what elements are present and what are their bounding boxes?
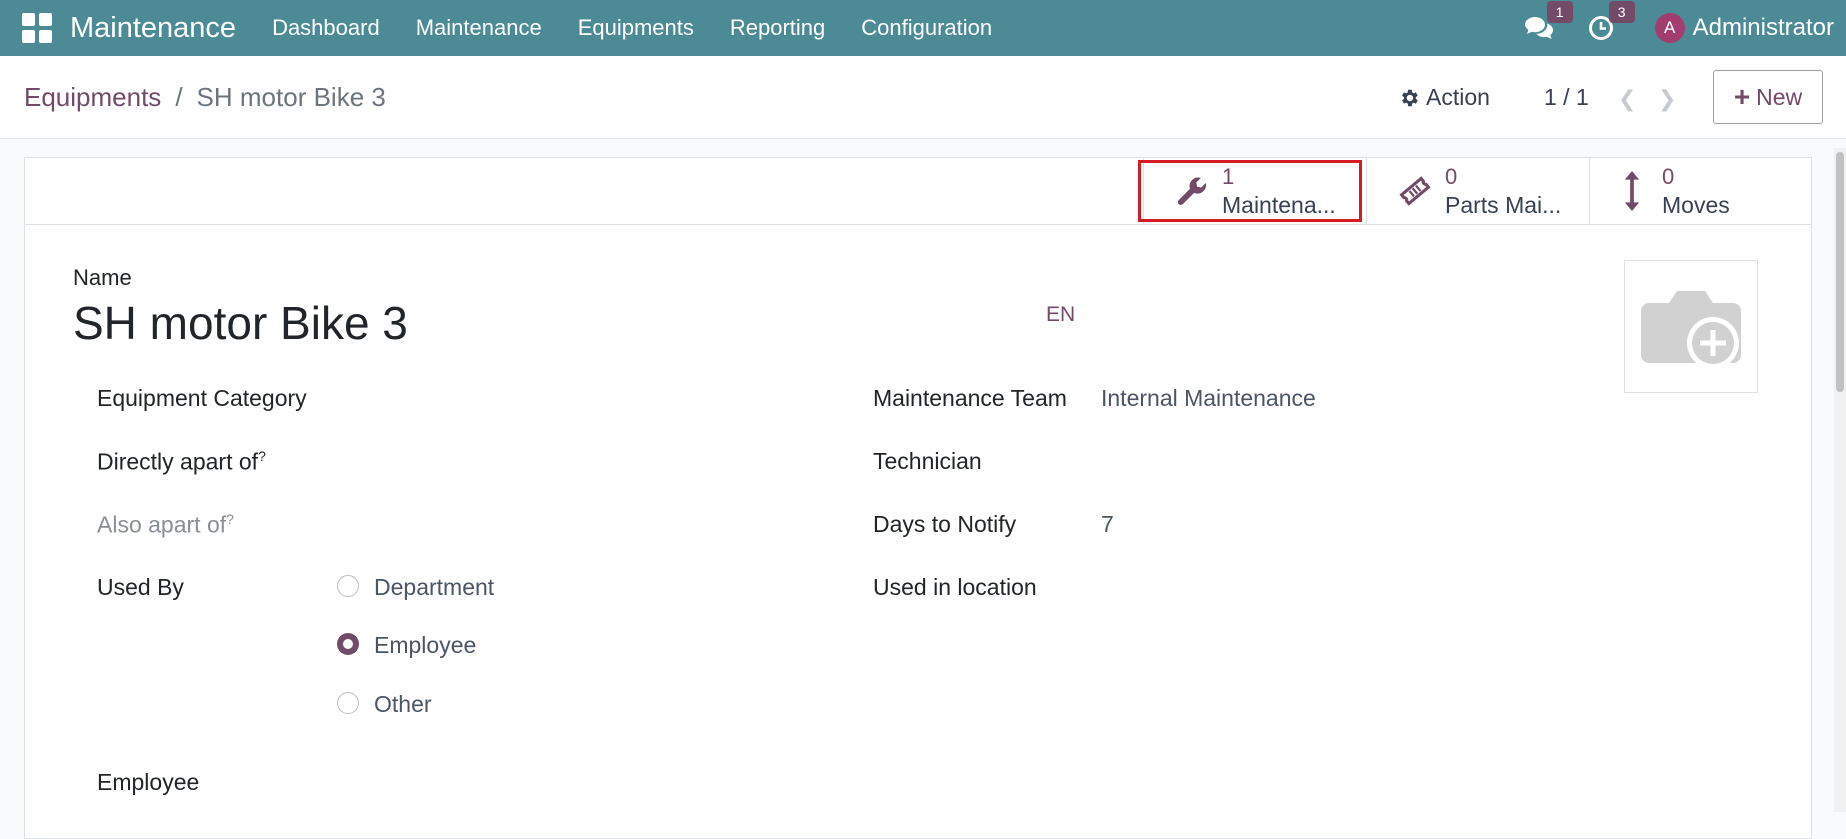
moves-label: Moves [1662,192,1730,218]
vertical-arrows-icon [1624,171,1640,211]
parts-maintenance-smart-button[interactable]: 0 Parts Mai... [1366,158,1588,224]
menu-dashboard[interactable]: Dashboard [254,15,398,41]
action-button[interactable]: Action [1398,84,1490,111]
new-button-label: New [1756,83,1803,110]
used-by-other-radio[interactable] [337,692,359,714]
moves-smart-button[interactable]: 0 Moves [1589,158,1811,224]
menu-equipments[interactable]: Equipments [560,15,712,41]
breadcrumb-current: SH motor Bike 3 [196,82,386,112]
scrollbar[interactable] [1834,148,1846,812]
language-button[interactable]: EN [1046,303,1075,327]
avatar[interactable]: A [1654,13,1685,43]
days-to-notify-field[interactable]: 7 [1101,511,1114,538]
form-sheet: 1 Maintena... 0 Parts Mai... 0 Moves [24,157,1812,839]
maintenance-team-field[interactable]: Internal Maintenance [1101,385,1316,412]
directly-apart-help[interactable]: ? [258,448,266,464]
parts-maintenance-label: Parts Mai... [1445,192,1562,218]
pager-previous-icon[interactable]: ❮ [1618,86,1636,112]
moves-count: 0 [1662,164,1675,189]
breadcrumb-equipments[interactable]: Equipments [24,82,161,112]
action-label: Action [1426,84,1490,110]
menu-maintenance[interactable]: Maintenance [398,15,560,41]
directly-apart-label: Directly apart of? [97,448,266,475]
parts-maintenance-count: 0 [1445,164,1458,189]
used-by-department-label[interactable]: Department [374,574,494,601]
breadcrumb: Equipments / SH motor Bike 3 [24,82,386,113]
technician-label: Technician [873,448,982,474]
image-upload[interactable] [1624,260,1758,393]
name-label: Name [73,265,132,290]
control-panel: Equipments / SH motor Bike 3 Action 1 / 1 … [0,56,1846,139]
employee-label: Employee [97,769,200,795]
used-in-location-label: Used in location [873,574,1037,600]
equipment-category-label: Equipment Category [97,385,307,411]
ticket-icon [1399,176,1431,206]
menu-reporting[interactable]: Reporting [712,15,843,41]
used-by-other-label[interactable]: Other [374,691,432,718]
messages-badge: 1 [1546,1,1573,23]
user-menu[interactable]: Administrator [1693,14,1834,42]
used-by-label: Used By [97,574,184,600]
apps-menu-icon[interactable] [22,13,52,43]
new-button[interactable]: + New [1713,70,1823,124]
used-by-employee-radio[interactable] [337,633,359,655]
also-apart-help[interactable]: ? [226,511,234,527]
activities-badge: 3 [1608,1,1635,23]
top-navbar: Maintenance Dashboard Maintenance Equipm… [0,0,1846,56]
pager-value[interactable]: 1 / 1 [1544,84,1589,111]
plus-icon: + [1733,81,1751,112]
gear-icon [1402,89,1418,106]
used-by-department-radio[interactable] [337,575,359,597]
breadcrumb-separator: / [175,82,183,112]
app-brand[interactable]: Maintenance [70,12,236,45]
used-by-employee-label[interactable]: Employee [374,632,476,659]
name-field[interactable]: SH motor Bike 3 [73,296,408,350]
scrollbar-thumb[interactable] [1836,152,1844,392]
messages-button[interactable]: 1 [1523,1,1573,43]
pager-next-icon[interactable]: ❯ [1658,86,1676,112]
also-apart-label: Also apart of? [97,511,234,538]
main-menu: Dashboard Maintenance Equipments Reporti… [254,15,1010,41]
activities-button[interactable]: 3 [1585,1,1635,43]
highlight-box [1138,160,1362,222]
days-to-notify-label: Days to Notify [873,511,1017,537]
systray: 1 3 A Administrator [1523,0,1846,56]
camera-plus-icon [1641,290,1741,369]
maintenance-team-label: Maintenance Team [873,385,1067,411]
menu-configuration[interactable]: Configuration [843,15,1010,41]
smart-button-box: 1 Maintena... 0 Parts Mai... 0 Moves [25,158,1811,225]
